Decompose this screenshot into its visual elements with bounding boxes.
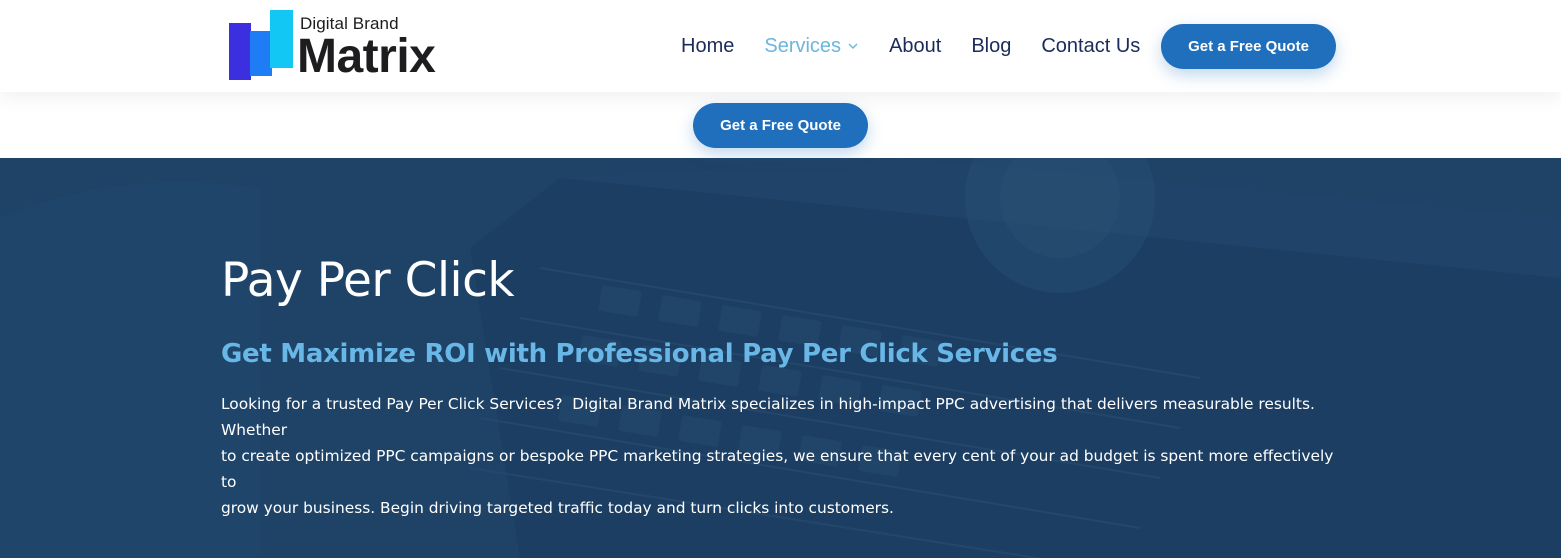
hero-subtitle: Get Maximize ROI with Professional Pay P… (221, 339, 1058, 369)
main-nav: Home Services About Blog Contact Us (681, 32, 1140, 60)
nav-item-about[interactable]: About (889, 32, 941, 60)
page-title: Pay Per Click (221, 253, 515, 308)
hero-section: Pay Per Click Get Maximize ROI with Prof… (0, 158, 1561, 558)
site-header: Digital Brand Matrix Home Services About… (0, 0, 1561, 92)
logo-text-big: Matrix (297, 30, 436, 83)
site-logo[interactable]: Digital Brand Matrix (229, 9, 469, 81)
free-quote-button[interactable]: Get a Free Quote (693, 103, 868, 148)
nav-item-services[interactable]: Services (764, 32, 859, 60)
nav-item-blog[interactable]: Blog (971, 32, 1011, 60)
hero-description: Looking for a trusted Pay Per Click Serv… (221, 395, 1334, 517)
logo-mark-icon (229, 10, 293, 80)
chevron-down-icon (848, 43, 858, 49)
header-quote-button[interactable]: Get a Free Quote (1161, 24, 1336, 69)
nav-item-contact[interactable]: Contact Us (1041, 32, 1140, 60)
nav-item-home[interactable]: Home (681, 32, 734, 60)
nav-item-services-label: Services (764, 35, 842, 57)
